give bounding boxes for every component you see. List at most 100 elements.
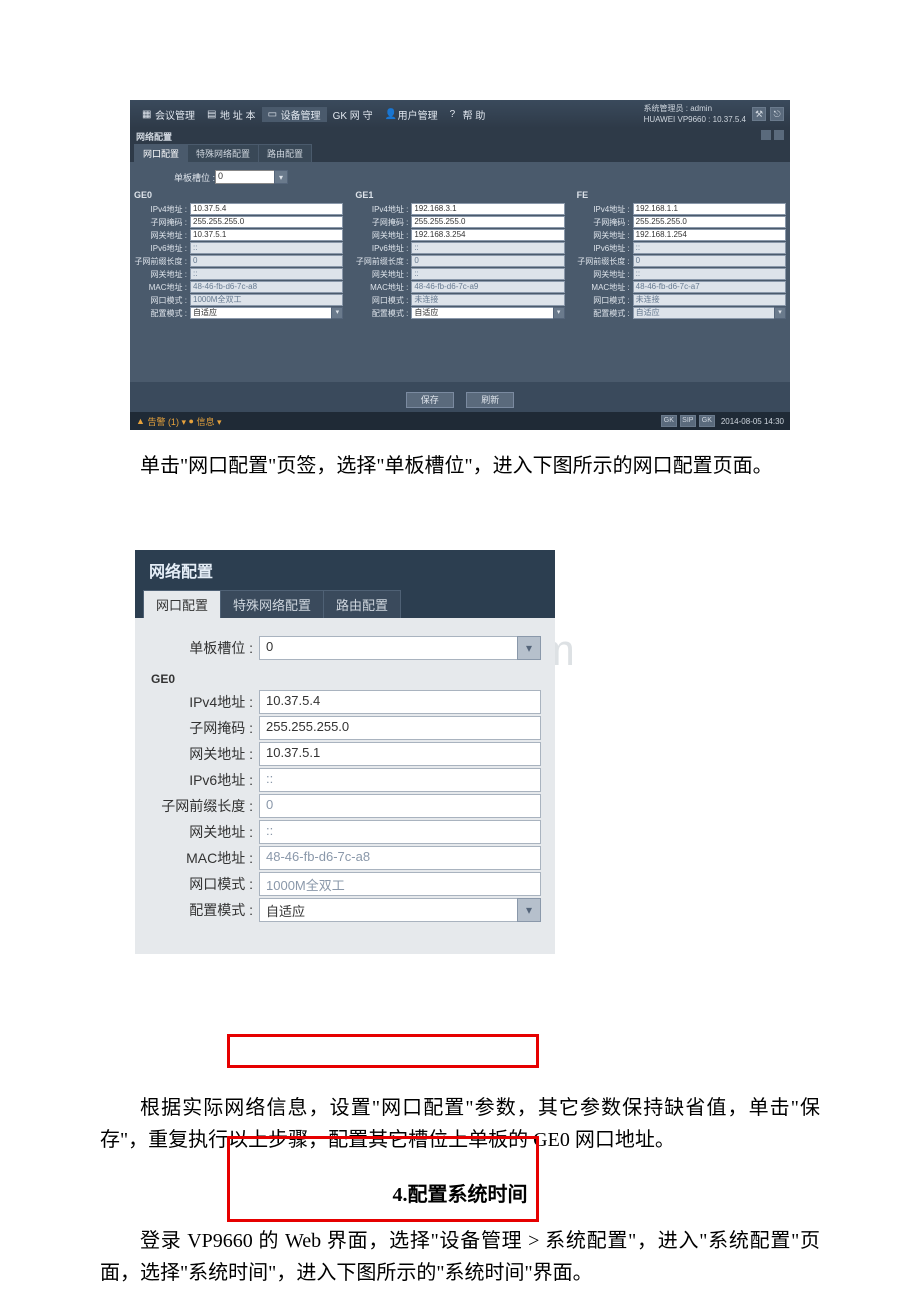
heading-4: 4.配置系统时间 (100, 1178, 820, 1207)
ge1-gw6[interactable]: :: (411, 268, 564, 280)
lbl-mode: 网口模式 : (577, 295, 633, 306)
ge1-ipv6[interactable]: :: (411, 242, 564, 254)
s2-cfgmode[interactable]: 自适应 (259, 898, 518, 922)
s2-lbl-mode: 网口模式 : (149, 874, 259, 894)
s2-ipv6[interactable]: :: (259, 768, 541, 792)
lbl-gateway: 网关地址 : (577, 230, 633, 241)
pin-icon-2[interactable] (774, 130, 784, 140)
fe-ipv6[interactable]: :: (633, 242, 786, 254)
ge0-ipv4[interactable]: 10.37.5.4 (190, 203, 343, 215)
grid-icon: ▦ (142, 109, 152, 119)
info-text[interactable]: 信息 ▾ (196, 415, 221, 428)
lbl-mac: MAC地址 : (355, 282, 411, 293)
menu-meeting[interactable]: ▦会议管理 (136, 107, 201, 122)
menu-help-label: 帮 助 (463, 107, 486, 122)
s2-gateway[interactable]: 10.37.5.1 (259, 742, 541, 766)
sysadmin-label: 系统管理员 : admin (644, 103, 746, 114)
ge0-prefix[interactable]: 0 (190, 255, 343, 267)
s2-lbl-ipv4: IPv4地址 : (149, 692, 259, 712)
tab-specialnet[interactable]: 特殊网络配置 (187, 144, 259, 162)
help-icon: ? (450, 109, 460, 119)
chevron-down-icon[interactable]: ▾ (517, 636, 541, 660)
refresh-button[interactable]: 刷新 (466, 392, 514, 408)
top-menubar: ▦会议管理 ▤地 址 本 ▭设备管理 GK 网 守 👤用户管理 ?帮 助 系统管… (130, 100, 790, 128)
header-userinfo: 系统管理员 : admin HUAWEI VP9660 : 10.37.5.4 (644, 103, 746, 125)
lbl-prefix: 子网前缀长度 : (355, 256, 411, 267)
s2-tabs: 网口配置 特殊网络配置 路由配置 (135, 590, 555, 618)
tab-route[interactable]: 路由配置 (258, 144, 312, 162)
status-timestamp: 2014-08-05 14:30 (721, 417, 784, 426)
tab-netconfig[interactable]: 网口配置 (134, 144, 188, 162)
menu-device[interactable]: ▭设备管理 (262, 107, 327, 122)
fe-prefix[interactable]: 0 (633, 255, 786, 267)
fe-gw6[interactable]: :: (633, 268, 786, 280)
lbl-gateway: 网关地址 : (355, 230, 411, 241)
fe-mac: 48-46-fb-d6-7c-a7 (633, 281, 786, 293)
ge0-cfgmode[interactable]: 自适应 (190, 307, 332, 319)
s2-tab-route[interactable]: 路由配置 (323, 590, 401, 618)
lbl-cfgmode: 配置模式 : (355, 308, 411, 319)
s2-ipv4[interactable]: 10.37.5.4 (259, 690, 541, 714)
ge0-gateway[interactable]: 10.37.5.1 (190, 229, 343, 241)
ge0-mac: 48-46-fb-d6-7c-a8 (190, 281, 343, 293)
chevron-down-icon[interactable]: ▾ (274, 170, 288, 184)
lbl-prefix: 子网前缀长度 : (577, 256, 633, 267)
fe-cfgmode[interactable]: 自适应 (633, 307, 775, 319)
save-button[interactable]: 保存 (406, 392, 454, 408)
lbl-ipv6: IPv6地址 : (134, 243, 190, 254)
menu-addressbook[interactable]: ▤地 址 本 (201, 107, 262, 122)
menu-help[interactable]: ?帮 助 (444, 107, 492, 122)
fe-ipv4[interactable]: 192.168.1.1 (633, 203, 786, 215)
s2-tab-net[interactable]: 网口配置 (143, 590, 221, 618)
ge1-subnet[interactable]: 255.255.255.0 (411, 216, 564, 228)
s2-ge-title: GE0 (151, 672, 541, 686)
lbl-subnet: 子网掩码 : (134, 217, 190, 228)
ge1-gateway[interactable]: 192.168.3.254 (411, 229, 564, 241)
status-gk-badge: GK (661, 415, 677, 427)
ge0-gw6[interactable]: :: (190, 268, 343, 280)
lbl-cfgmode: 配置模式 : (577, 308, 633, 319)
lbl-gw6: 网关地址 : (355, 269, 411, 280)
lbl-mode: 网口模式 : (355, 295, 411, 306)
s2-lbl-mac: MAC地址 : (149, 848, 259, 868)
s2-gw6[interactable]: :: (259, 820, 541, 844)
chevron-down-icon[interactable]: ▾ (331, 307, 343, 319)
chevron-down-icon[interactable]: ▾ (517, 898, 541, 922)
pin-icon[interactable] (761, 130, 771, 140)
alert-text[interactable]: 告警 (1) ▾ (147, 415, 186, 428)
ge1-ipv4[interactable]: 192.168.3.1 (411, 203, 564, 215)
lbl-mac: MAC地址 : (577, 282, 633, 293)
col-ge0: GE0 IPv4地址 :10.37.5.4 子网掩码 :255.255.255.… (134, 190, 343, 320)
s2-tab-special[interactable]: 特殊网络配置 (220, 590, 324, 618)
col-ge1: GE1 IPv4地址 :192.168.3.1 子网掩码 :255.255.25… (355, 190, 564, 320)
highlight-box-slot (227, 1034, 539, 1068)
menu-gk[interactable]: GK 网 守 (327, 107, 379, 122)
s2-subnet[interactable]: 255.255.255.0 (259, 716, 541, 740)
s2-prefix[interactable]: 0 (259, 794, 541, 818)
lbl-ipv6: IPv6地址 : (577, 243, 633, 254)
tabs-row: 网口配置 特殊网络配置 路由配置 (130, 144, 790, 162)
lbl-gw6: 网关地址 : (577, 269, 633, 280)
lbl-prefix: 子网前缀长度 : (134, 256, 190, 267)
s2-slot-value[interactable]: 0 (259, 636, 518, 660)
s2-lbl-ipv6: IPv6地址 : (149, 770, 259, 790)
s2-lbl-gateway: 网关地址 : (149, 744, 259, 764)
fe-subnet[interactable]: 255.255.255.0 (633, 216, 786, 228)
slot-select[interactable]: 0▾ (215, 170, 275, 184)
s2-slot-label: 单板槽位 : (149, 638, 259, 658)
ge1-prefix[interactable]: 0 (411, 255, 564, 267)
tools-icon[interactable]: ⚒ (752, 107, 766, 121)
ge1-cfgmode[interactable]: 自适应 (411, 307, 553, 319)
monitor-icon: ▭ (268, 109, 278, 119)
fe-gateway[interactable]: 192.168.1.254 (633, 229, 786, 241)
ge0-subnet[interactable]: 255.255.255.0 (190, 216, 343, 228)
menu-user[interactable]: 👤用户管理 (379, 107, 444, 122)
chevron-down-icon[interactable]: ▾ (553, 307, 565, 319)
ge1-mac: 48-46-fb-d6-7c-a9 (411, 281, 564, 293)
chevron-down-icon[interactable]: ▾ (774, 307, 786, 319)
col-fe-title: FE (577, 190, 786, 200)
logout-icon[interactable]: ⎋ (770, 107, 784, 121)
config-body: 单板槽位 : 0▾ GE0 IPv4地址 :10.37.5.4 子网掩码 :25… (130, 162, 790, 382)
fe-mode: 未连接 (633, 294, 786, 306)
ge0-ipv6[interactable]: :: (190, 242, 343, 254)
